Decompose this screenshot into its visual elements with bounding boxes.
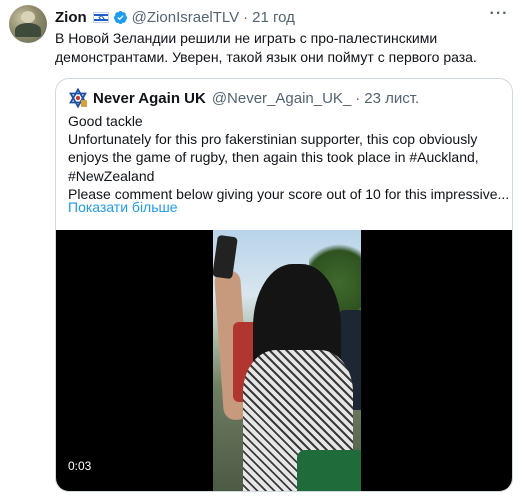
tweet-header: Zion @ZionIsraelTLV · 21 год bbox=[55, 8, 295, 26]
quoted-author-name: Never Again UK bbox=[93, 89, 206, 107]
quoted-author-handle: @Never_Again_UK_ bbox=[211, 89, 352, 107]
verified-badge-icon bbox=[113, 10, 127, 24]
quoted-text-line: Good tackle bbox=[68, 113, 143, 129]
quoted-avatar bbox=[68, 88, 88, 108]
video-timecode: 0:03 bbox=[68, 459, 92, 473]
show-more-link[interactable]: Показати більше bbox=[68, 199, 178, 215]
video-frame bbox=[213, 230, 361, 491]
separator-dot: · bbox=[243, 8, 249, 26]
author-handle[interactable]: @ZionIsraelTLV bbox=[132, 9, 239, 26]
star-of-david-icon bbox=[69, 88, 87, 108]
tweet[interactable]: Zion @ZionIsraelTLV · 21 год ··· В Новой… bbox=[0, 0, 524, 496]
avatar[interactable] bbox=[9, 5, 47, 43]
more-options-icon[interactable]: ··· bbox=[488, 6, 510, 26]
quoted-text-line: #NewZealand bbox=[68, 167, 155, 184]
quoted-tweet[interactable]: Never Again UK @Never_Again_UK_ · 23 лис… bbox=[55, 78, 513, 492]
quoted-text-line: Unfortunately for this pro fakerstinian … bbox=[68, 131, 478, 148]
quoted-tweet-header: Never Again UK @Never_Again_UK_ · 23 лис… bbox=[68, 88, 419, 108]
separator-dot: · bbox=[355, 89, 361, 107]
quoted-tweet-text: Good tackle Unfortunately for this pro f… bbox=[68, 112, 508, 203]
tweet-timestamp[interactable]: 21 год bbox=[252, 9, 295, 26]
israel-flag-icon bbox=[92, 11, 109, 23]
quoted-text-line: enjoys the game of rugby, then again thi… bbox=[68, 149, 479, 166]
quoted-tweet-date: 23 лист. bbox=[364, 89, 420, 107]
video-player[interactable]: 0:03 bbox=[56, 230, 512, 491]
author-name[interactable]: Zion bbox=[55, 9, 87, 26]
tweet-text: В Новой Зеландии решили не играть с про-… bbox=[55, 30, 477, 65]
